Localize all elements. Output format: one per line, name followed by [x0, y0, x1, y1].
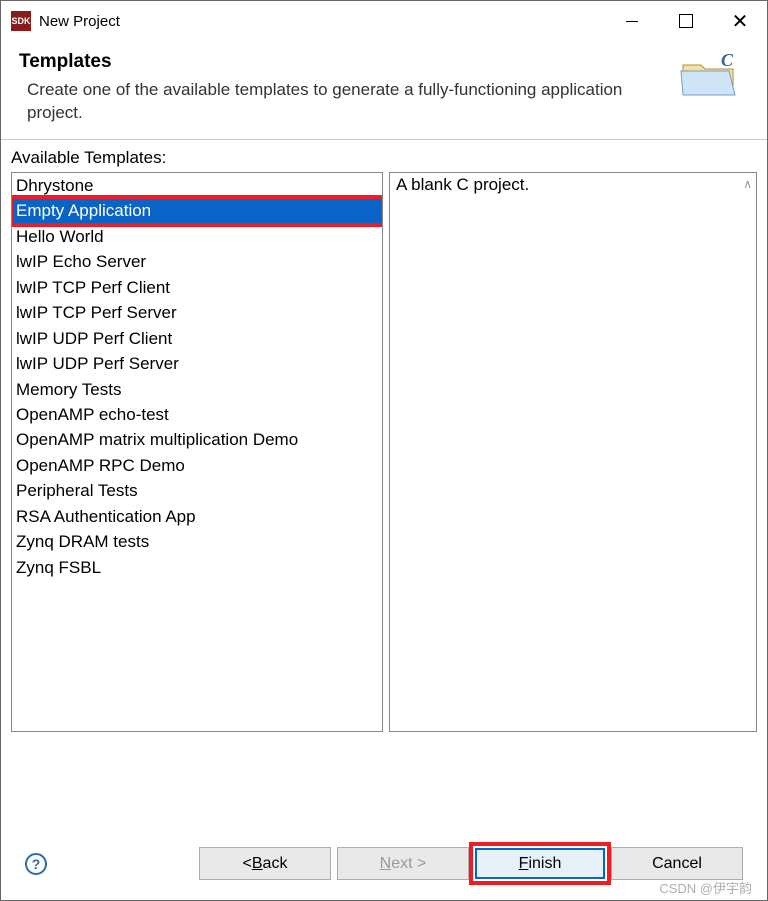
list-item[interactable]: OpenAMP matrix multiplication Demo — [12, 427, 382, 452]
finish-button[interactable]: Finish — [475, 848, 605, 879]
list-item[interactable]: Empty Application — [12, 198, 382, 223]
svg-text:C: C — [721, 51, 734, 70]
list-item[interactable]: RSA Authentication App — [12, 504, 382, 529]
body: Available Templates: DhrystoneEmpty Appl… — [1, 140, 767, 806]
list-item[interactable]: lwIP UDP Perf Server — [12, 351, 382, 376]
list-item[interactable]: Peripheral Tests — [12, 478, 382, 503]
templates-listbox[interactable]: DhrystoneEmpty ApplicationHello WorldlwI… — [11, 172, 383, 732]
list-item[interactable]: Hello World — [12, 224, 382, 249]
list-item[interactable]: lwIP UDP Perf Client — [12, 326, 382, 351]
app-icon: SDK — [11, 11, 31, 31]
next-button: Next > — [337, 847, 469, 880]
window-controls: ✕ — [605, 2, 767, 40]
close-button[interactable]: ✕ — [713, 2, 767, 40]
footer: ? < Back Next > Finish Cancel — [1, 806, 767, 900]
panes: DhrystoneEmpty ApplicationHello WorldlwI… — [11, 172, 757, 806]
list-item[interactable]: Memory Tests — [12, 377, 382, 402]
cancel-button[interactable]: Cancel — [611, 847, 743, 880]
list-item[interactable]: Dhrystone — [12, 173, 382, 198]
header-title: Templates — [19, 51, 679, 73]
list-item[interactable]: lwIP TCP Perf Client — [12, 275, 382, 300]
list-item[interactable]: lwIP Echo Server — [12, 249, 382, 274]
list-item[interactable]: lwIP TCP Perf Server — [12, 300, 382, 325]
window-title: New Project — [39, 13, 605, 30]
list-item[interactable]: Zynq FSBL — [12, 555, 382, 580]
scroll-up-icon[interactable]: ∧ — [743, 177, 752, 191]
minimize-button[interactable] — [605, 2, 659, 40]
list-item[interactable]: OpenAMP echo-test — [12, 402, 382, 427]
list-item[interactable]: OpenAMP RPC Demo — [12, 453, 382, 478]
watermark: CSDN @伊宇韵 — [659, 878, 752, 897]
dialog-window: SDK New Project ✕ Templates Create one o… — [0, 0, 768, 901]
available-templates-label: Available Templates: — [11, 148, 757, 168]
maximize-button[interactable] — [659, 2, 713, 40]
back-button[interactable]: < Back — [199, 847, 331, 880]
folder-c-icon: C — [679, 51, 739, 99]
template-description-pane: A blank C project. ∧ — [389, 172, 757, 732]
titlebar: SDK New Project ✕ — [1, 1, 767, 41]
header-description: Create one of the available templates to… — [19, 79, 679, 125]
list-item[interactable]: Zynq DRAM tests — [12, 529, 382, 554]
header: Templates Create one of the available te… — [1, 41, 767, 140]
template-description-text: A blank C project. — [396, 175, 529, 194]
help-icon[interactable]: ? — [25, 853, 47, 875]
